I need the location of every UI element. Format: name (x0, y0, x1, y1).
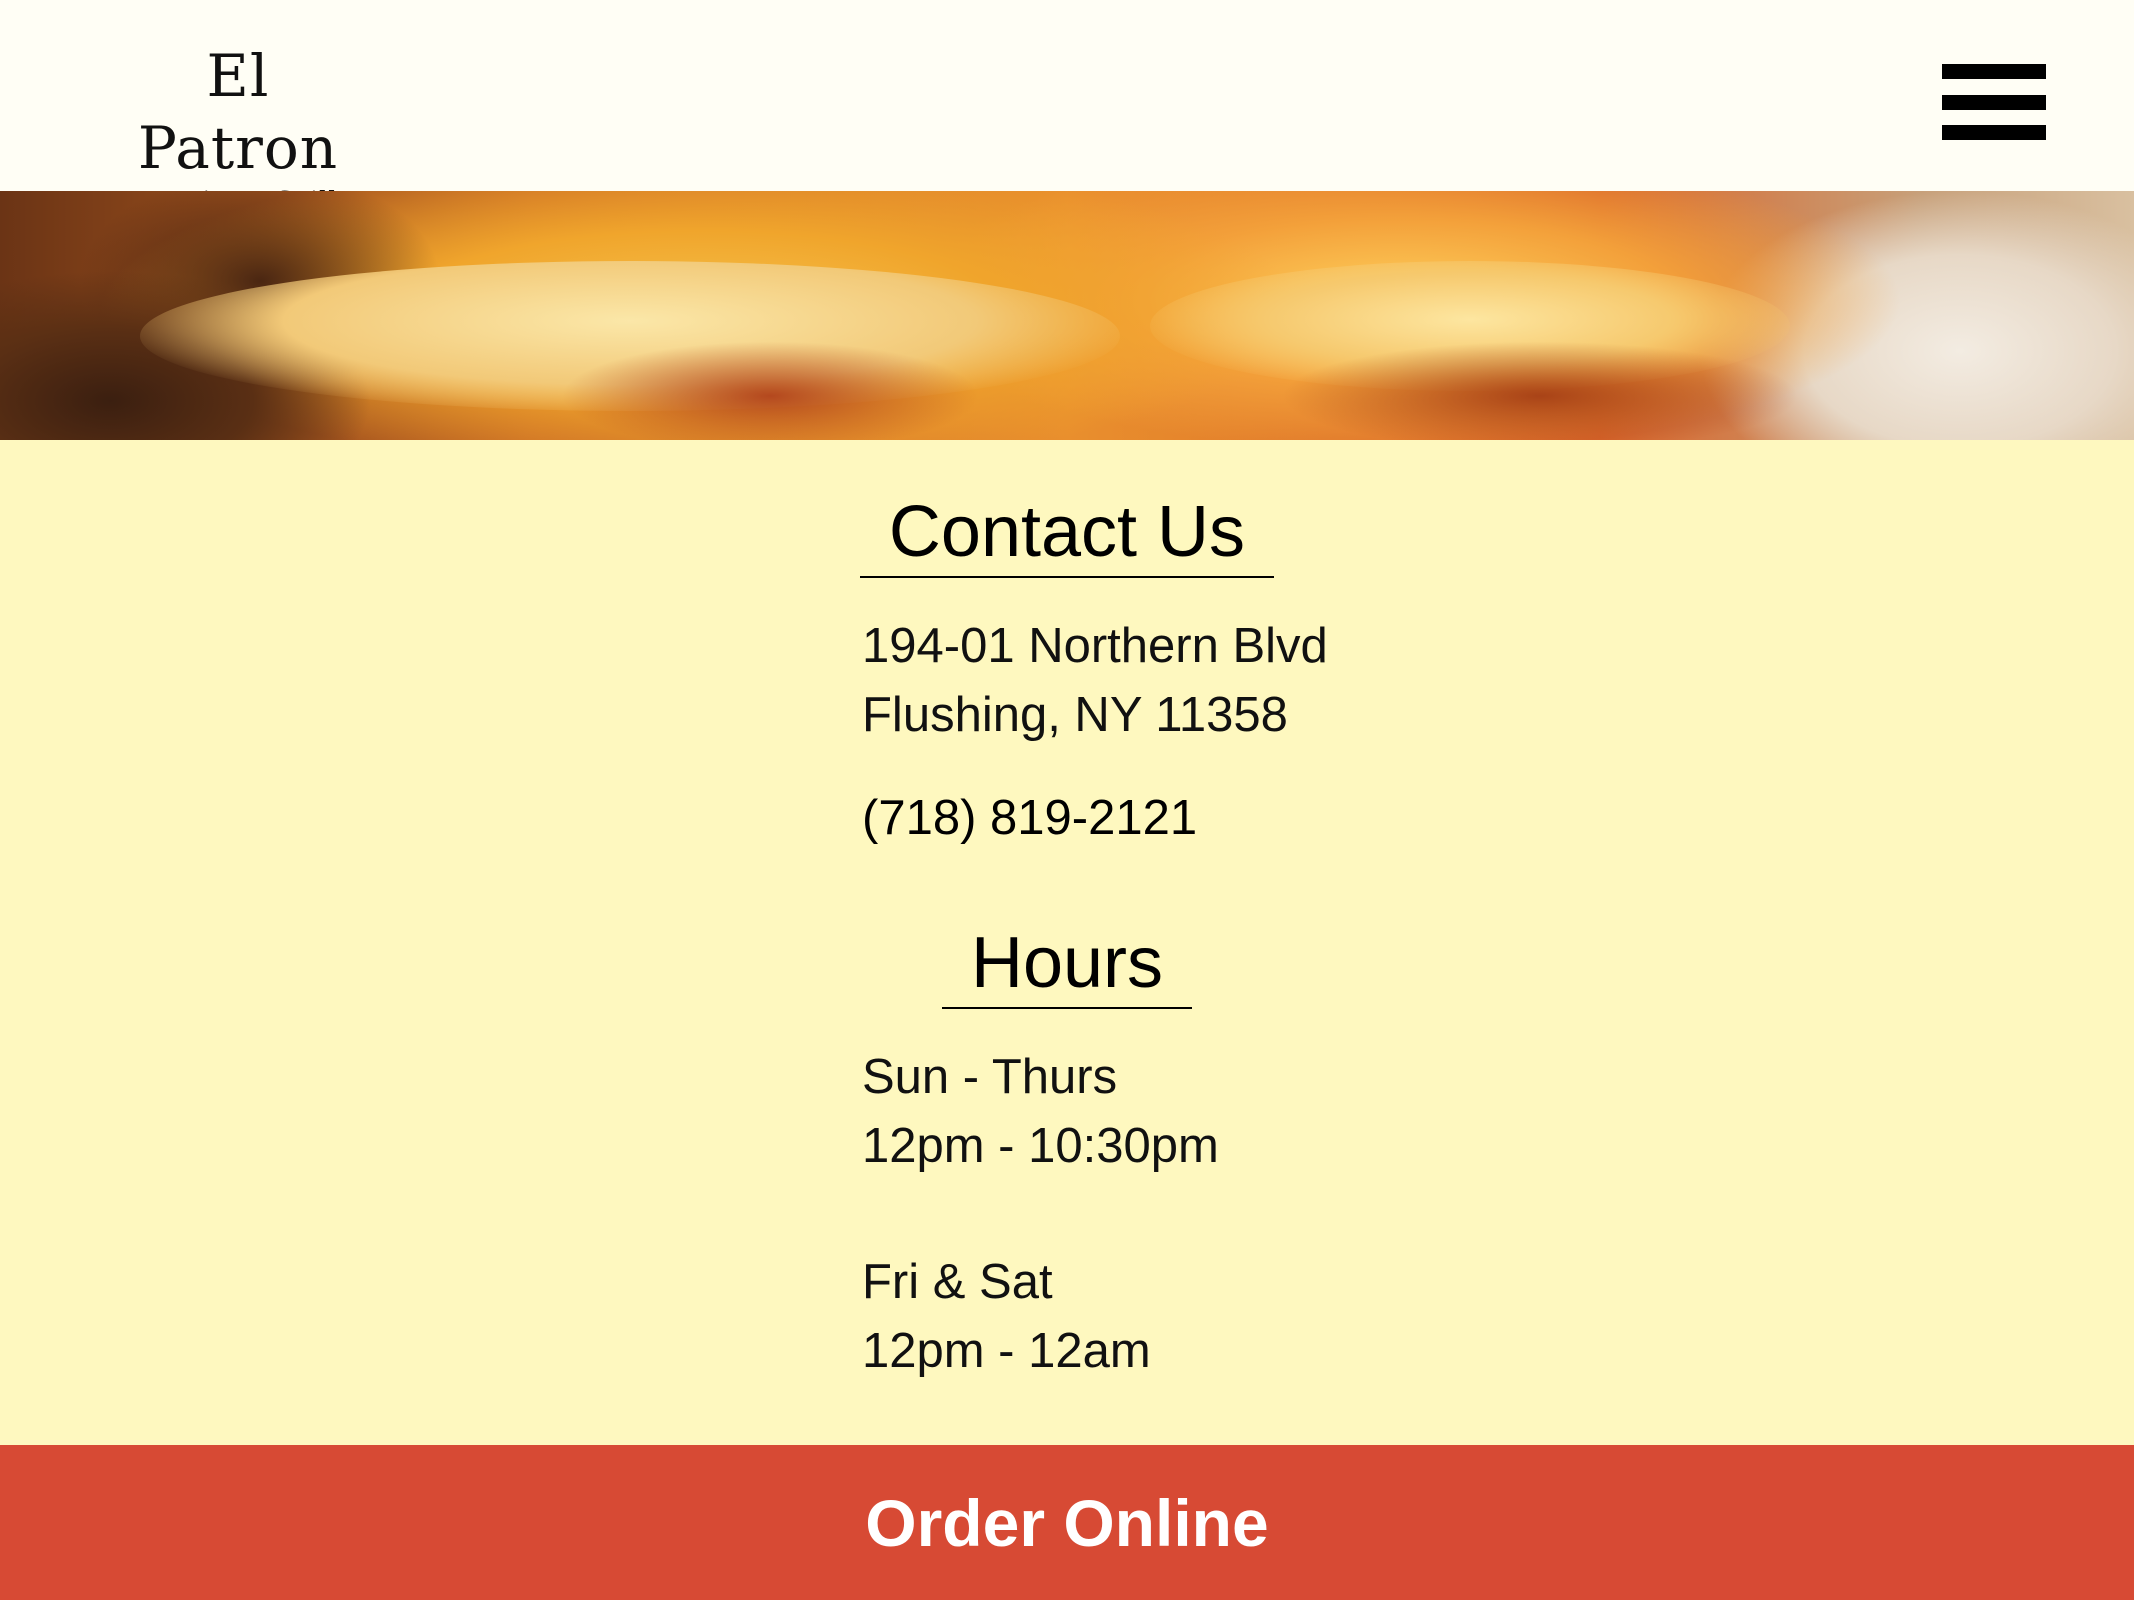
contact-section: Contact Us 194-01 Northern Blvd Flushing… (0, 440, 2134, 1445)
hours-time-1: 12pm - 10:30pm (862, 1119, 1219, 1173)
order-online-button[interactable]: Order Online (0, 1445, 2134, 1600)
menu-bar (1942, 125, 2046, 140)
hero-food-image (0, 191, 2134, 440)
menu-bar (1942, 95, 2046, 110)
address-line-1: 194-01 Northern Blvd (862, 619, 1328, 673)
order-online-label: Order Online (865, 1485, 1269, 1560)
logo-name: El Patron (137, 42, 339, 182)
hours-time-2: 12pm - 12am (862, 1324, 1151, 1378)
hours-title: Hours (942, 919, 1192, 1009)
hamburger-menu-icon[interactable] (1942, 64, 2046, 140)
menu-bar (1942, 64, 2046, 79)
hours-days-2: Fri & Sat (862, 1255, 1053, 1309)
address-line-2: Flushing, NY 11358 (862, 688, 1288, 742)
sauce-spot (560, 341, 980, 440)
site-header: El Patron Mexican Grill (0, 0, 2134, 219)
hours-days-1: Sun - Thurs (862, 1050, 1118, 1104)
phone-link[interactable]: (718) 819-2121 (862, 784, 1197, 852)
sauce-spot (1280, 341, 1800, 440)
contact-title: Contact Us (860, 488, 1274, 578)
